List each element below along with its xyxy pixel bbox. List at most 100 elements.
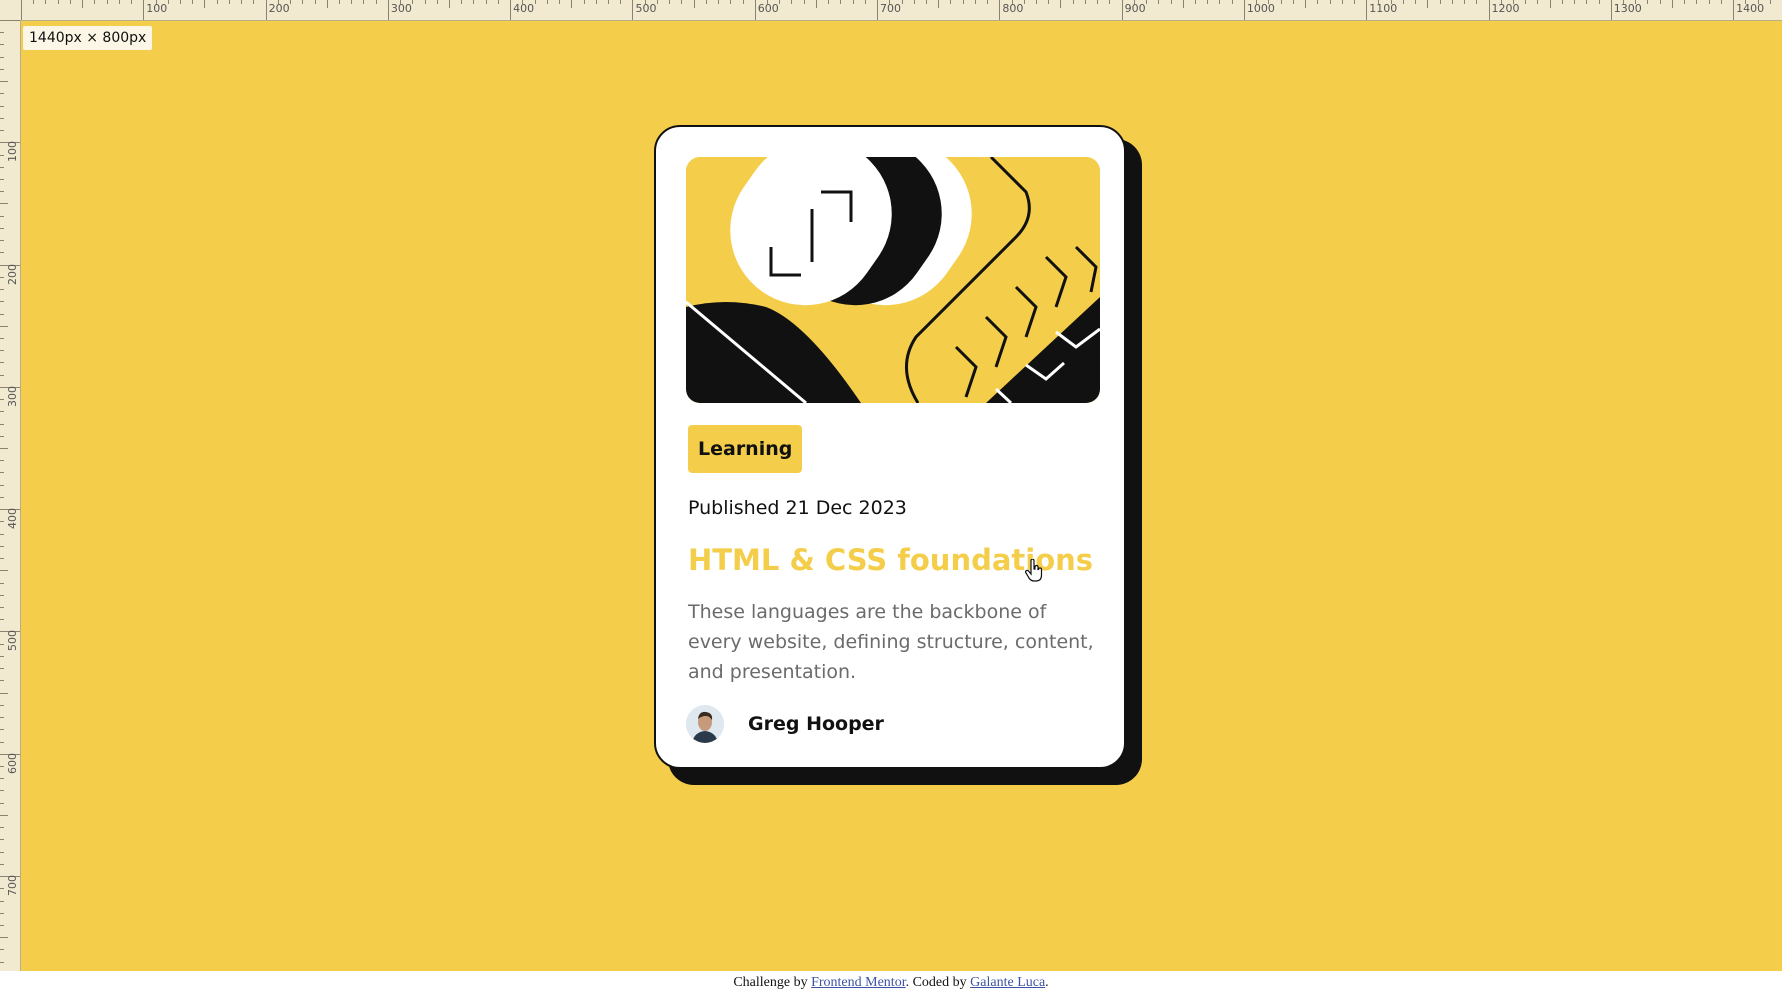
ruler-label: 1200 xyxy=(1491,2,1520,15)
ruler-tick xyxy=(0,851,4,853)
ruler-label: 700 xyxy=(880,2,902,15)
ruler-tick xyxy=(473,0,475,4)
ruler-tick xyxy=(290,0,292,4)
ruler-tick xyxy=(0,154,4,156)
blog-preview-card: Learning Published 21 Dec 2023 HTML & CS… xyxy=(654,125,1142,785)
ruler-tick xyxy=(1671,0,1673,8)
ruler-tick xyxy=(1610,0,1612,20)
viewport-size-badge: 1440px × 800px xyxy=(23,26,153,50)
ruler-tick xyxy=(0,117,4,119)
ruler-tick xyxy=(1366,0,1368,20)
card: Learning Published 21 Dec 2023 HTML & CS… xyxy=(654,125,1126,769)
ruler-tick xyxy=(583,0,585,4)
ruler-tick xyxy=(0,765,4,767)
ruler-tick xyxy=(1549,0,1551,8)
ruler-tick xyxy=(387,0,389,20)
ruler-tick xyxy=(1121,0,1123,20)
ruler-tick xyxy=(204,0,206,8)
ruler-tick xyxy=(1574,0,1576,4)
ruler-label: 200 xyxy=(268,2,290,15)
ruler-label: 800 xyxy=(1002,2,1024,15)
ruler-tick xyxy=(497,0,499,4)
ruler-tick xyxy=(94,0,96,4)
attribution-middle: . Coded by xyxy=(905,975,971,990)
ruler-tick xyxy=(0,558,4,560)
ruler-tick xyxy=(0,484,4,486)
ruler-tick xyxy=(877,0,879,20)
ruler-tick xyxy=(0,814,8,816)
ruler-tick xyxy=(718,0,720,4)
ruler-label: 1000 xyxy=(1246,2,1275,15)
ruler-tick xyxy=(742,0,744,4)
ruler-tick xyxy=(485,0,487,4)
ruler-tick xyxy=(1109,0,1111,4)
ruler-tick xyxy=(1476,0,1478,4)
ruler-tick xyxy=(0,790,4,792)
ruler-tick xyxy=(0,178,4,180)
ruler-tick xyxy=(1280,0,1282,4)
blog-illustration xyxy=(686,157,1100,403)
author-name: Greg Hooper xyxy=(748,713,884,735)
avatar-icon xyxy=(686,705,724,743)
ruler-tick xyxy=(840,0,842,4)
author-link[interactable]: Galante Luca xyxy=(970,975,1045,990)
ruler-tick xyxy=(0,717,4,719)
ruler-label: 1100 xyxy=(1369,2,1398,15)
ruler-tick xyxy=(351,0,353,4)
ruler-tick xyxy=(1647,0,1649,4)
ruler-tick xyxy=(241,0,243,4)
ruler-tick xyxy=(693,0,695,8)
ruler-tick xyxy=(0,692,8,694)
ruler-tick xyxy=(1195,0,1196,4)
ruler-tick xyxy=(0,778,4,780)
ruler-tick xyxy=(0,448,8,450)
author: Greg Hooper xyxy=(686,705,884,743)
ruler-tick xyxy=(1720,0,1722,4)
frontend-mentor-link[interactable]: Frontend Mentor xyxy=(811,975,906,990)
ruler-tick xyxy=(0,399,4,401)
card-title-link[interactable]: HTML & CSS foundations xyxy=(688,541,1093,579)
ruler-tick xyxy=(0,240,4,242)
ruler-tick xyxy=(632,0,634,20)
ruler-tick xyxy=(962,0,964,4)
ruler-tick xyxy=(0,937,8,939)
ruler-tick xyxy=(0,423,4,425)
ruler-tick xyxy=(0,166,4,168)
ruler-tick xyxy=(1733,0,1735,20)
ruler-tick xyxy=(1158,0,1160,4)
ruler-tick xyxy=(1329,0,1331,4)
ruler-tick xyxy=(791,0,793,4)
ruler-tick xyxy=(131,0,133,4)
ruler-tick xyxy=(1084,0,1086,4)
ruler-tick xyxy=(0,56,4,58)
ruler-tick xyxy=(1402,0,1404,4)
ruler-tick xyxy=(0,827,4,829)
ruler-tick xyxy=(0,362,4,364)
screen: 100 200 300 400 500 600 700 800 900 1000 1100 1200 1… xyxy=(0,0,1782,994)
attribution-prefix: Challenge by xyxy=(733,975,812,990)
ruler-tick xyxy=(0,215,4,217)
ruler-tick xyxy=(1451,0,1453,4)
ruler-tick xyxy=(228,0,230,4)
ruler-tick xyxy=(0,252,4,254)
ruler-label: 900 xyxy=(1124,2,1146,15)
ruler-tick xyxy=(0,105,4,107)
ruler-tick xyxy=(375,0,377,4)
ruler-tick xyxy=(0,276,4,278)
ruler-tick xyxy=(913,0,915,4)
ruler-tick xyxy=(705,0,707,4)
ruler-tick xyxy=(534,0,536,4)
ruler-tick xyxy=(1317,0,1319,4)
ruler-tick xyxy=(0,93,4,95)
ruler-tick xyxy=(1341,0,1343,4)
ruler-tick xyxy=(0,521,4,523)
ruler-tick xyxy=(1353,0,1355,4)
ruler-tick xyxy=(0,337,4,339)
attribution: Challenge by Frontend Mentor. Coded by G… xyxy=(0,971,1782,994)
ruler-tick xyxy=(0,20,20,21)
ruler-tick xyxy=(0,912,4,914)
ruler-tick xyxy=(828,0,830,4)
card-description: These languages are the backbone of ever… xyxy=(688,601,1094,683)
ruler-tick xyxy=(143,0,145,20)
ruler-tick xyxy=(118,0,120,4)
